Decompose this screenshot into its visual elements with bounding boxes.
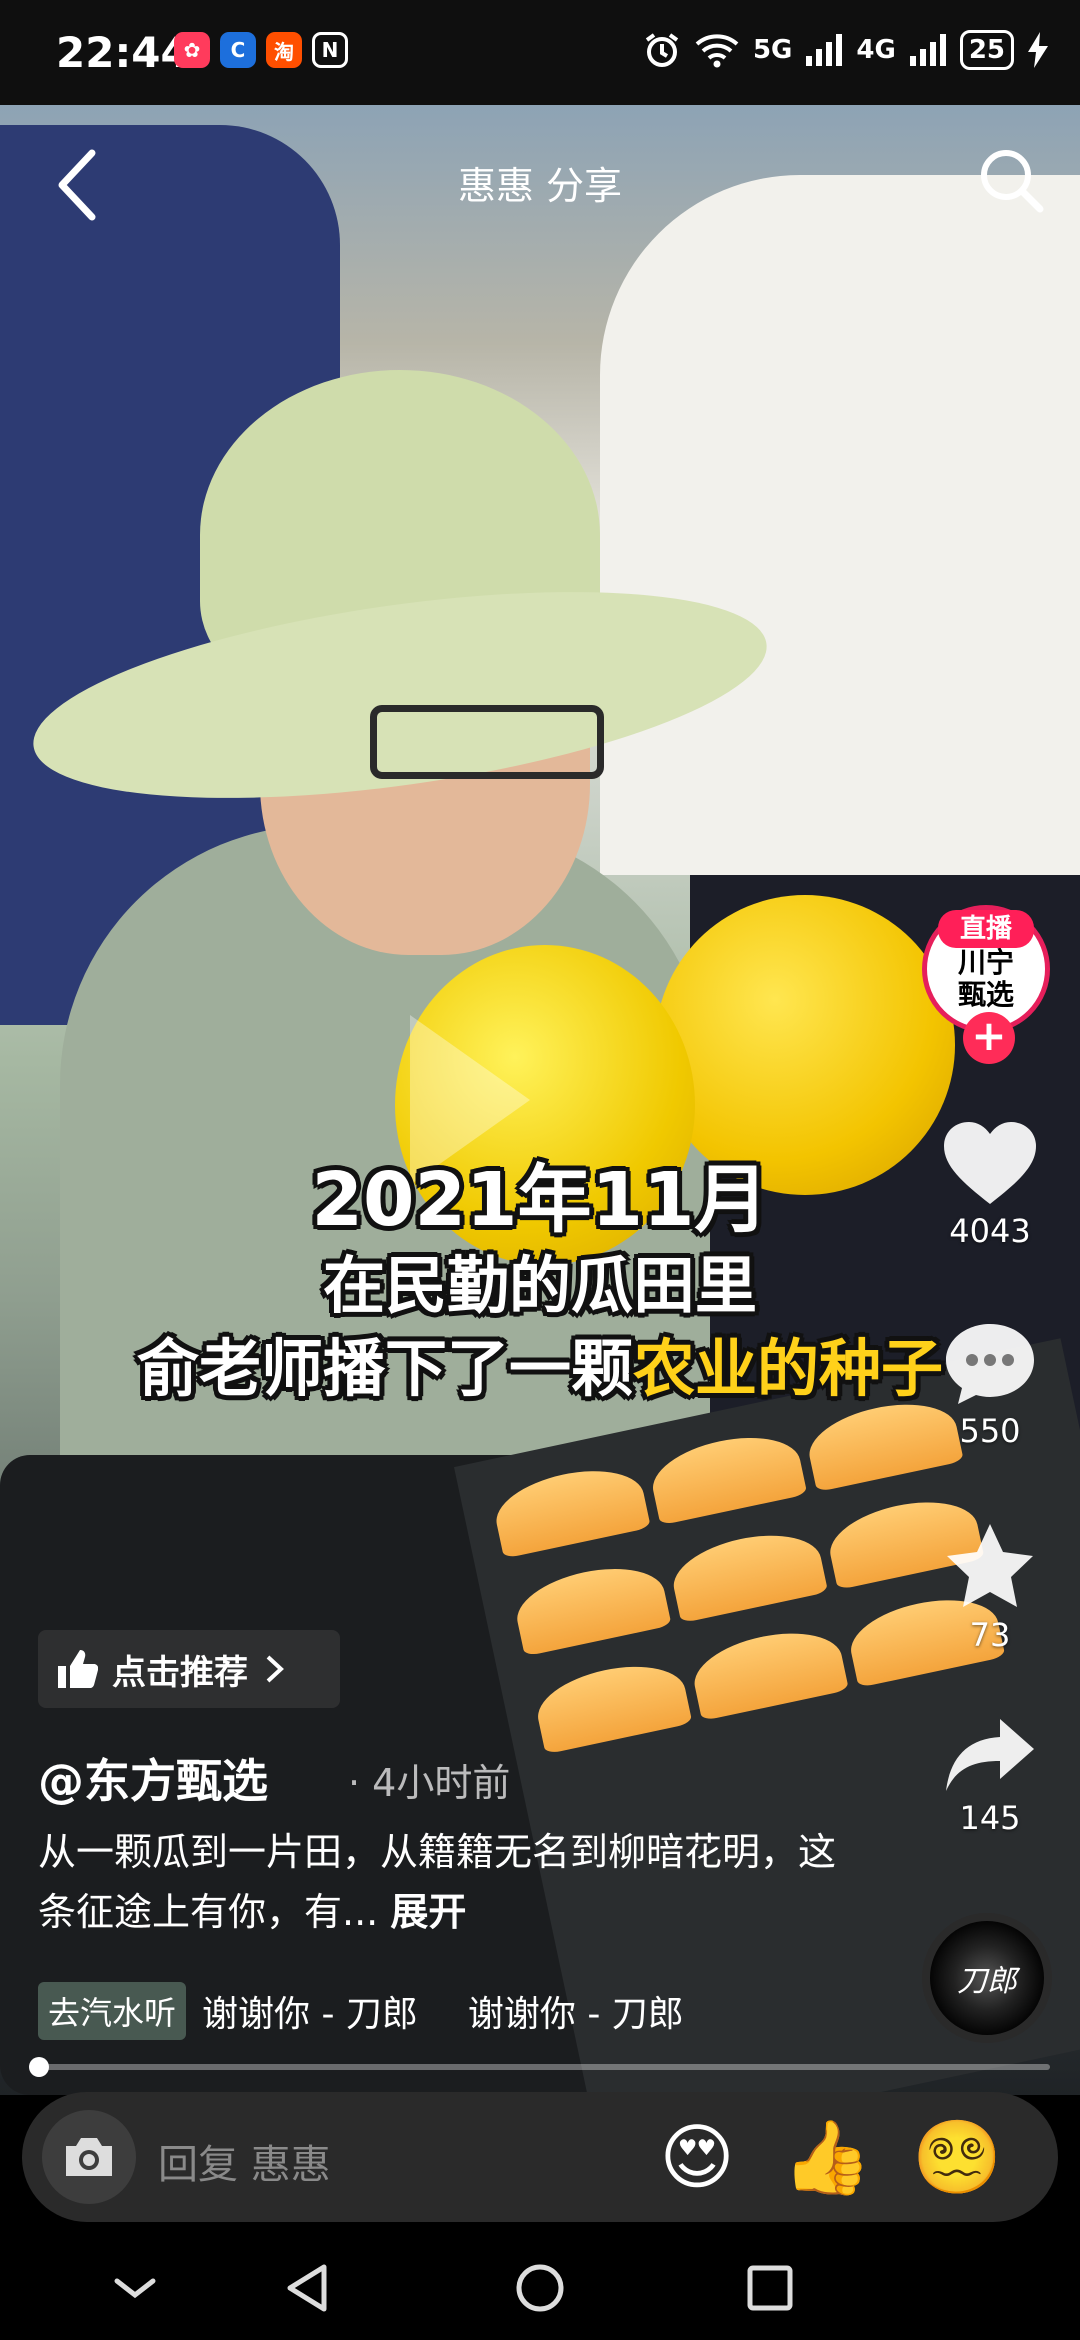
nfc-icon: N	[312, 32, 348, 68]
favorite-count: 73	[969, 1616, 1011, 1654]
video-scene-person-right	[600, 175, 1080, 875]
video-caption-line-1: 2021年11月	[311, 1157, 769, 1243]
video-caption-highlight: 农业的种子	[633, 1332, 944, 1405]
music-disc[interactable]: 刀郎	[922, 1913, 1052, 2043]
alarm-icon	[645, 33, 679, 67]
expand-link[interactable]: 展开	[390, 1890, 466, 1934]
share-button[interactable]: 145	[935, 1715, 1045, 1837]
star-icon	[947, 1524, 1033, 1607]
search-icon[interactable]	[976, 145, 1046, 215]
status-bar: 22:44 ✿ C 淘 N 5G 4G 25	[0, 0, 1080, 105]
signal-5g-icon	[806, 34, 843, 66]
heart-eyes-emoji-icon[interactable]: 😍	[652, 2112, 742, 2202]
post-time: · 4小时前	[348, 1761, 511, 1805]
post-description[interactable]: 从一颗瓜到一片田，从籍籍无名到柳暗花明，这条征途上有你，有... 展开	[38, 1822, 858, 1942]
heart-icon	[944, 1122, 1036, 1204]
camera-button[interactable]	[42, 2110, 136, 2204]
status-indicators: 5G 4G 25	[643, 30, 1048, 70]
melon-slice	[687, 1621, 849, 1722]
signal-4g-label: 4G	[856, 35, 896, 65]
music-row[interactable]: 去汽水听 谢谢你 - 刀郎 谢谢你 - 刀郎	[38, 1982, 684, 2040]
like-count: 4043	[949, 1212, 1031, 1250]
share-count: 145	[959, 1799, 1021, 1837]
signal-5g-label: 5G	[752, 35, 793, 65]
music-track-2: 谢谢你 - 刀郎	[467, 1994, 684, 2035]
app-blue-icon: C	[220, 32, 256, 68]
camera-icon	[66, 2138, 112, 2176]
taobao-icon: 淘	[266, 32, 302, 68]
recommend-button[interactable]: 点击推荐	[38, 1630, 340, 1708]
top-bar: 惠惠 分享	[0, 105, 1080, 255]
nav-home-icon[interactable]	[510, 2263, 570, 2313]
system-nav-bar	[0, 2235, 1080, 2340]
video-caption-line-3: 俞老师播下了一颗农业的种子	[0, 1318, 1080, 1408]
charging-icon	[1028, 32, 1048, 68]
nav-hide-icon[interactable]	[105, 2263, 165, 2313]
music-disc-text: 刀郎	[957, 1964, 1017, 1999]
page-title: 惠惠 分享	[457, 164, 623, 208]
share-arrow-icon	[946, 1719, 1034, 1791]
follow-button[interactable]: +	[963, 1012, 1015, 1064]
live-badge: 直播	[938, 910, 1034, 948]
reply-bar[interactable]: 回复 惠惠 😍 👍 😵‍💫	[22, 2092, 1058, 2222]
battery-level: 25	[959, 30, 1014, 70]
chevron-right-icon	[266, 1655, 284, 1683]
avatar-text: 川宁 甄选	[957, 946, 1014, 1011]
nav-recents-icon[interactable]	[740, 2263, 800, 2313]
comment-count: 550	[959, 1412, 1021, 1450]
app-red-icon: ✿	[174, 32, 210, 68]
video-caption-line-3-plain: 俞老师播下了一颗	[136, 1332, 633, 1405]
thumbs-up-icon	[58, 1650, 98, 1688]
video-progress-knob[interactable]	[29, 2057, 50, 2077]
melon-slice	[646, 1425, 808, 1526]
melon-slice	[531, 1654, 693, 1755]
dizzy-emoji-icon[interactable]: 😵‍💫	[912, 2112, 1002, 2202]
melon-slice	[510, 1556, 672, 1657]
comment-button[interactable]: 550	[935, 1320, 1045, 1450]
like-button[interactable]: 4043	[935, 1120, 1045, 1250]
status-time: 22:44	[56, 28, 190, 77]
music-track-1: 谢谢你 - 刀郎	[202, 1994, 418, 2035]
music-app-tag[interactable]: 去汽水听	[38, 1982, 187, 2040]
video-caption-line-2: 在民勤的瓜田里	[322, 1249, 757, 1322]
video-progress-bar[interactable]	[29, 2057, 1050, 2077]
author-name[interactable]: @东方甄选	[38, 1745, 268, 1811]
thumbs-up-emoji-icon[interactable]: 👍	[782, 2112, 872, 2202]
signal-4g-icon	[909, 34, 946, 66]
video-scene-glasses	[370, 705, 604, 779]
wifi-icon	[695, 34, 739, 68]
favorite-button[interactable]: 73	[935, 1520, 1045, 1654]
nav-back-icon[interactable]	[280, 2263, 340, 2313]
reply-input[interactable]: 回复 惠惠	[158, 2132, 331, 2190]
recommend-label: 点击推荐	[112, 1652, 248, 1693]
melon-slice	[666, 1523, 829, 1624]
melon-slice	[489, 1459, 651, 1559]
comment-icon	[946, 1324, 1034, 1404]
